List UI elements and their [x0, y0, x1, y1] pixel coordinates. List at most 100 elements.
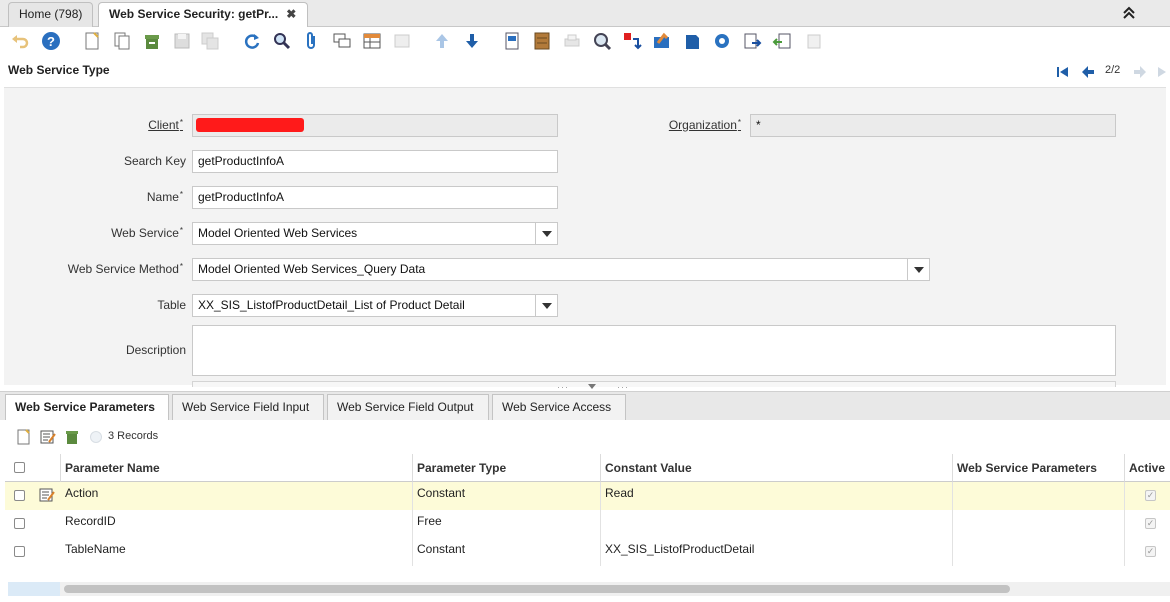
client-label[interactable]: Client*: [100, 118, 183, 132]
record-counter: 2/2: [1105, 64, 1121, 76]
copy-record-icon[interactable]: [111, 30, 133, 52]
next-record-icon[interactable]: [461, 30, 483, 52]
edit-row-icon[interactable]: [40, 429, 56, 445]
status-icon: [90, 431, 102, 443]
customize-icon[interactable]: [803, 30, 825, 52]
print-icon[interactable]: [561, 30, 583, 52]
find-icon[interactable]: [271, 30, 293, 52]
detail-tab-bar: Web Service Parameters Web Service Field…: [0, 391, 1170, 422]
toolbar: ?: [0, 27, 1170, 57]
frozen-columns-area: [8, 582, 60, 596]
chevron-down-icon[interactable]: [907, 259, 929, 280]
archive-icon[interactable]: [531, 30, 553, 52]
column-header[interactable]: Active: [1125, 454, 1170, 482]
web-service-label: Web Service*: [111, 226, 183, 240]
prev-record-nav-icon[interactable]: [1080, 64, 1096, 80]
ws-parameters-cell: [953, 482, 1125, 510]
description-textarea[interactable]: [192, 325, 1116, 376]
client-field: [192, 114, 558, 137]
table-label: Table: [157, 298, 186, 312]
delete-record-icon[interactable]: [141, 30, 163, 52]
grid-toggle-icon[interactable]: [361, 30, 383, 52]
active-checkbox: ✓: [1145, 490, 1156, 501]
header-bar: Web Service Type 2/2: [0, 57, 1170, 87]
description-label: Description: [125, 343, 186, 357]
web-service-method-label: Web Service Method*: [67, 262, 183, 276]
scrollbar-thumb[interactable]: [64, 585, 1010, 593]
constant-value-cell: [601, 510, 953, 538]
save-icon[interactable]: [171, 30, 193, 52]
select-all-checkbox[interactable]: [14, 462, 25, 473]
column-header[interactable]: Parameter Type: [413, 454, 601, 482]
tab-label: Web Service Security: getPr...: [109, 7, 279, 21]
product-info-icon[interactable]: [651, 30, 673, 52]
table-select[interactable]: XX_SIS_ListofProductDetail_List of Produ…: [192, 294, 558, 317]
chevron-down-icon[interactable]: [535, 223, 557, 244]
table-row[interactable]: RecordID Free ✓: [5, 510, 1170, 538]
edit-row-icon[interactable]: [39, 487, 55, 503]
tab-web-service-parameters[interactable]: Web Service Parameters: [5, 394, 169, 422]
ws-parameters-cell: [953, 538, 1125, 566]
window-tab-bar: Home (798) Web Service Security: getPr..…: [0, 0, 1170, 28]
delete-row-icon[interactable]: [64, 429, 80, 445]
attachment-icon[interactable]: [301, 30, 323, 52]
parameter-name-cell: TableName: [61, 538, 413, 566]
ws-parameters-cell: [953, 510, 1125, 538]
import-icon[interactable]: [771, 30, 793, 52]
chat-icon[interactable]: [331, 30, 353, 52]
row-checkbox[interactable]: [14, 518, 25, 529]
export-icon[interactable]: [741, 30, 763, 52]
previous-record-icon[interactable]: [431, 30, 453, 52]
history-icon[interactable]: [391, 30, 413, 52]
help-icon[interactable]: ?: [40, 30, 62, 52]
next-record-nav-icon[interactable]: [1132, 64, 1148, 80]
zoom-across-icon[interactable]: [591, 30, 613, 52]
chevron-down-icon[interactable]: [535, 295, 557, 316]
parameter-type-cell: Constant: [413, 538, 601, 566]
tab-home-label: Home (798): [19, 7, 83, 21]
splitter-toggle-icon[interactable]: [588, 384, 596, 389]
tab-web-service-field-input[interactable]: Web Service Field Input: [172, 394, 324, 421]
tab-web-service-access[interactable]: Web Service Access: [492, 394, 626, 421]
parameters-grid: Parameter Name Parameter Type Constant V…: [5, 454, 1170, 568]
web-service-value: Model Oriented Web Services: [198, 226, 358, 240]
collapse-icon[interactable]: [1121, 5, 1137, 21]
new-row-icon[interactable]: [16, 429, 32, 445]
last-record-icon[interactable]: [1156, 64, 1170, 80]
page-title: Web Service Type: [8, 63, 110, 77]
refresh-icon[interactable]: [241, 30, 263, 52]
parameter-type-cell: Free: [413, 510, 601, 538]
organization-field: *: [750, 114, 1116, 137]
save-new-icon[interactable]: [199, 30, 221, 52]
column-header[interactable]: Web Service Parameters: [953, 454, 1125, 482]
name-input[interactable]: getProductInfoA: [192, 186, 558, 209]
row-checkbox[interactable]: [14, 546, 25, 557]
new-record-icon[interactable]: [81, 30, 103, 52]
horizontal-scrollbar[interactable]: [8, 582, 1170, 596]
table-row[interactable]: Action Constant Read ✓: [5, 482, 1170, 510]
web-service-select[interactable]: Model Oriented Web Services: [192, 222, 558, 245]
tab-web-service-field-output[interactable]: Web Service Field Output: [327, 394, 489, 421]
archived-docs-icon[interactable]: [681, 30, 703, 52]
parameter-name-cell: RecordID: [61, 510, 413, 538]
search-key-input[interactable]: getProductInfoA: [192, 150, 558, 173]
requests-icon[interactable]: [621, 30, 643, 52]
tab-home[interactable]: Home (798): [8, 2, 94, 27]
tab-web-service-security[interactable]: Web Service Security: getPr... ✖: [98, 2, 308, 28]
search-key-label: Search Key: [123, 154, 186, 168]
svg-text:?: ?: [47, 34, 55, 49]
report-icon[interactable]: [501, 30, 523, 52]
undo-icon[interactable]: [9, 30, 31, 52]
process-gear-icon[interactable]: [711, 30, 733, 52]
column-header[interactable]: Constant Value: [601, 454, 953, 482]
table-value: XX_SIS_ListofProductDetail_List of Produ…: [198, 298, 465, 312]
organization-label[interactable]: Organization*: [640, 118, 741, 132]
web-service-method-select[interactable]: Model Oriented Web Services_Query Data: [192, 258, 930, 281]
first-record-icon[interactable]: [1055, 64, 1071, 80]
close-tab-icon[interactable]: ✖: [286, 7, 296, 21]
panel-splitter[interactable]: [192, 381, 1116, 387]
column-header[interactable]: Parameter Name: [61, 454, 413, 482]
grid-toolbar: 3 Records: [0, 420, 1170, 454]
table-row[interactable]: TableName Constant XX_SIS_ListofProductD…: [5, 538, 1170, 566]
row-checkbox[interactable]: [14, 490, 25, 501]
